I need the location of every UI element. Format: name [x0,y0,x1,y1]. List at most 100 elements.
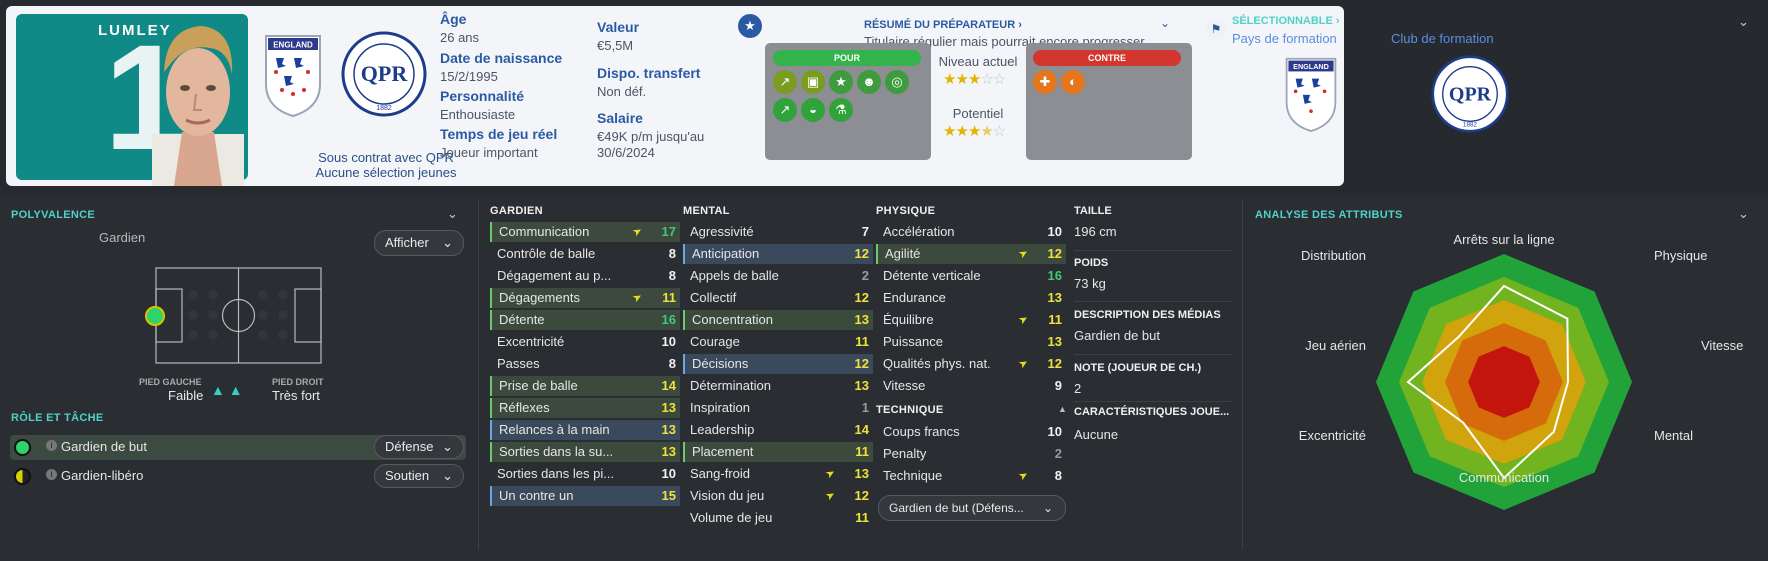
attribute-row[interactable]: Puissance 13 [876,332,1066,352]
attribute-value: 13 [854,378,869,393]
attribute-row[interactable]: Contrôle de balle 8 [490,244,680,264]
dob-label: Date de naissance [440,50,563,66]
target-icon[interactable]: ◎ [885,70,909,94]
attribute-row[interactable]: Agilité ➤ 12 [876,244,1066,264]
training-club-link[interactable]: Club de formation [1391,31,1494,46]
attribute-row[interactable]: Accélération 10 [876,222,1066,242]
attribute-row[interactable]: Dégagements ➤ 11 [490,288,680,308]
collapse-icon[interactable]: ▲ [1058,404,1067,414]
chevron-down-icon[interactable]: ⌄ [447,206,458,222]
role-select-dropdown[interactable]: Gardien de but (Défens... ⌄ [878,495,1066,521]
attribute-name: Accélération [883,224,955,239]
chevron-down-icon[interactable]: ⌄ [1738,206,1749,222]
salary-end-date: 30/6/2024 [597,145,655,160]
attribute-row[interactable]: Réflexes 13 [490,398,680,418]
ticket-icon[interactable]: ▣ [801,70,825,94]
age-label: Âge [440,11,467,27]
attribute-value: 8 [1054,468,1062,483]
attribute-value: 12 [1047,246,1062,261]
shoe-icon[interactable]: ◒ [801,98,825,122]
playing-time-label: Temps de jeu réel [440,126,558,142]
attribute-row[interactable]: Un contre un 15 [490,486,680,506]
attribute-row[interactable]: Appels de balle 2 [683,266,873,286]
attribute-row[interactable]: Équilibre ➤ 11 [876,310,1066,330]
attribute-name: Puissance [883,334,943,349]
svg-text:1882: 1882 [1463,122,1478,129]
radar-axis-label: Excentricité [1299,428,1366,443]
attribute-value: 12 [854,488,869,503]
progress-arrow-icon: ➤ [823,488,838,504]
attribute-row[interactable]: Relances à la main 13 [490,420,680,440]
attribute-name: Agilité [885,246,921,261]
attribute-name: Contrôle de balle [497,246,596,261]
attribute-value: 13 [854,312,869,327]
attribute-row[interactable]: Prise de balle 14 [490,376,680,396]
attribute-row[interactable]: Anticipation 12 [683,244,873,264]
chevron-down-icon[interactable]: ⌄ [1738,14,1749,30]
selectable-title[interactable]: SÉLECTIONNABLE › [1232,15,1340,27]
attribute-row[interactable]: Qualités phys. nat. ➤ 12 [876,354,1066,374]
attribute-row[interactable]: Sang-froid ➤ 13 [683,464,873,484]
info-icon[interactable]: i [46,440,57,451]
attribute-row[interactable]: Penalty 2 [876,444,1066,464]
attribute-row[interactable]: Communication ➤ 17 [490,222,680,242]
foot-icon[interactable]: ◐ [1061,70,1085,94]
attribute-row[interactable]: Collectif 12 [683,288,873,308]
training-country-link[interactable]: Pays de formation [1232,31,1337,46]
attribute-row[interactable]: Détente 16 [490,310,680,330]
flask-icon[interactable]: ⚗ [829,98,853,122]
role-status-icon [14,468,31,485]
attribute-row[interactable]: Vitesse 9 [876,376,1066,396]
progress-arrow-icon: ➤ [630,290,645,306]
kick-icon[interactable]: ↗ [773,70,797,94]
progress-arrow-icon: ➤ [1016,246,1031,262]
goalkeeper-position-marker[interactable] [145,306,165,326]
star-icon[interactable]: ★ [829,70,853,94]
attribute-name: Appels de balle [690,268,779,283]
attribute-value: 11 [855,444,869,459]
medical-cross-icon[interactable]: ✚ [1033,70,1057,94]
coach-star-icon: ★ [738,14,762,38]
trend-icon[interactable]: ↗ [773,98,797,122]
boots-icon: ▲ ▲ [211,382,243,398]
attribute-value: 13 [661,444,676,459]
attribute-row[interactable]: Agressivité 7 [683,222,873,242]
attribute-row[interactable]: Dégagement au p... 8 [490,266,680,286]
attribute-row[interactable]: Détente verticale 16 [876,266,1066,286]
duty-dropdown[interactable]: Soutien ⌄ [374,464,464,488]
attribute-row[interactable]: Coups francs 10 [876,422,1066,442]
attribute-name: Détente verticale [883,268,981,283]
attribute-row[interactable]: Détermination 13 [683,376,873,396]
divider [1074,354,1232,355]
divider [1242,200,1243,550]
attribute-name: Équilibre [883,312,934,327]
info-icon[interactable]: i [46,469,57,480]
duty-dropdown[interactable]: Défense ⌄ [374,435,464,459]
salary-field: Salaire €49K p/m jusqu'au 30/6/2024 [597,110,704,160]
attribute-row[interactable]: Sorties dans la su... 13 [490,442,680,462]
attribute-row[interactable]: Excentricité 10 [490,332,680,352]
chevron-down-icon[interactable]: ⌄ [1160,16,1170,30]
attribute-value: 2 [861,268,869,283]
attribute-name: Dégagements [499,290,580,305]
attribute-row[interactable]: Placement 11 [683,442,873,462]
attribute-row[interactable]: Inspiration 1 [683,398,873,418]
head-icon[interactable]: ☻ [857,70,881,94]
attribute-row[interactable]: Technique ➤ 8 [876,466,1066,486]
player-face-image [152,26,244,186]
attribute-row[interactable]: Sorties dans les pi... 10 [490,464,680,484]
attribute-row[interactable]: Leadership 14 [683,420,873,440]
attribute-name: Vitesse [883,378,926,393]
coach-report-link[interactable]: RÉSUMÉ DU PRÉPARATEUR › [864,19,1022,31]
attribute-row[interactable]: Concentration 13 [683,310,873,330]
attribute-row[interactable]: Décisions 12 [683,354,873,374]
left-foot-value: Faible [168,388,204,403]
salary-value: €49K p/m jusqu'au [597,129,705,144]
attribute-row[interactable]: Endurance 13 [876,288,1066,308]
attribute-row[interactable]: Courage 11 [683,332,873,352]
attribute-row[interactable]: Volume de jeu 11 [683,508,873,528]
attribute-row[interactable]: Vision du jeu ➤ 12 [683,486,873,506]
attribute-row[interactable]: Passes 8 [490,354,680,374]
show-dropdown[interactable]: Afficher ⌄ [374,230,464,256]
attribute-name: Détente [499,312,545,327]
